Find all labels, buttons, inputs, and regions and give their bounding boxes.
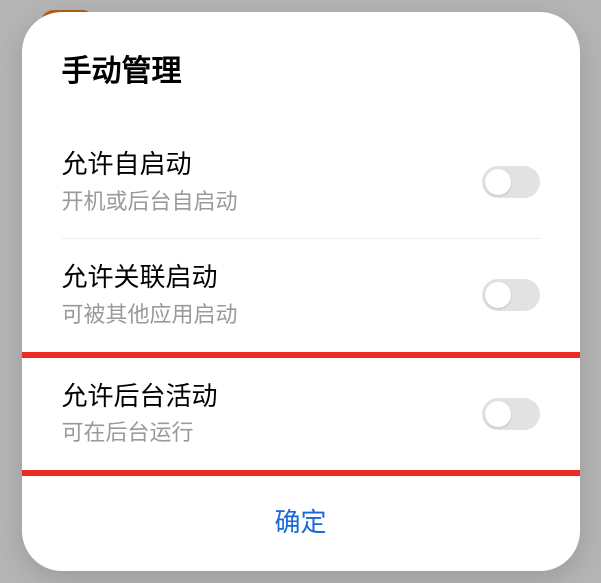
toggle-associated-start[interactable] [482,279,540,311]
option-auto-start[interactable]: 允许自启动 开机或后台自启动 [22,126,580,238]
toggle-knob [485,282,511,308]
modal-overlay: 手动管理 允许自启动 开机或后台自启动 允许关联启动 可被其他应用启动 [0,0,601,583]
confirm-row: 确定 [22,476,580,571]
option-associated-start[interactable]: 允许关联启动 可被其他应用启动 [22,239,580,351]
dialog-title: 手动管理 [22,46,580,90]
manual-manage-dialog: 手动管理 允许自启动 开机或后台自启动 允许关联启动 可被其他应用启动 [22,12,580,571]
option-title: 允许自启动 [62,148,482,182]
option-subtitle: 可被其他应用启动 [62,301,482,330]
option-background-activity[interactable]: 允许后台活动 可在后台运行 [28,358,574,470]
option-subtitle: 开机或后台自启动 [62,188,482,217]
option-title: 允许后台活动 [62,380,482,414]
toggle-background-activity[interactable] [482,398,540,430]
option-texts: 允许后台活动 可在后台运行 [62,380,482,448]
option-texts: 允许自启动 开机或后台自启动 [62,148,482,216]
highlighted-option-frame: 允许后台活动 可在后台运行 [22,352,580,476]
option-title: 允许关联启动 [62,261,482,295]
confirm-button[interactable]: 确定 [274,502,326,539]
toggle-auto-start[interactable] [482,166,540,198]
toggle-knob [485,169,511,195]
option-subtitle: 可在后台运行 [62,419,482,448]
option-texts: 允许关联启动 可被其他应用启动 [62,261,482,329]
toggle-knob [485,401,511,427]
